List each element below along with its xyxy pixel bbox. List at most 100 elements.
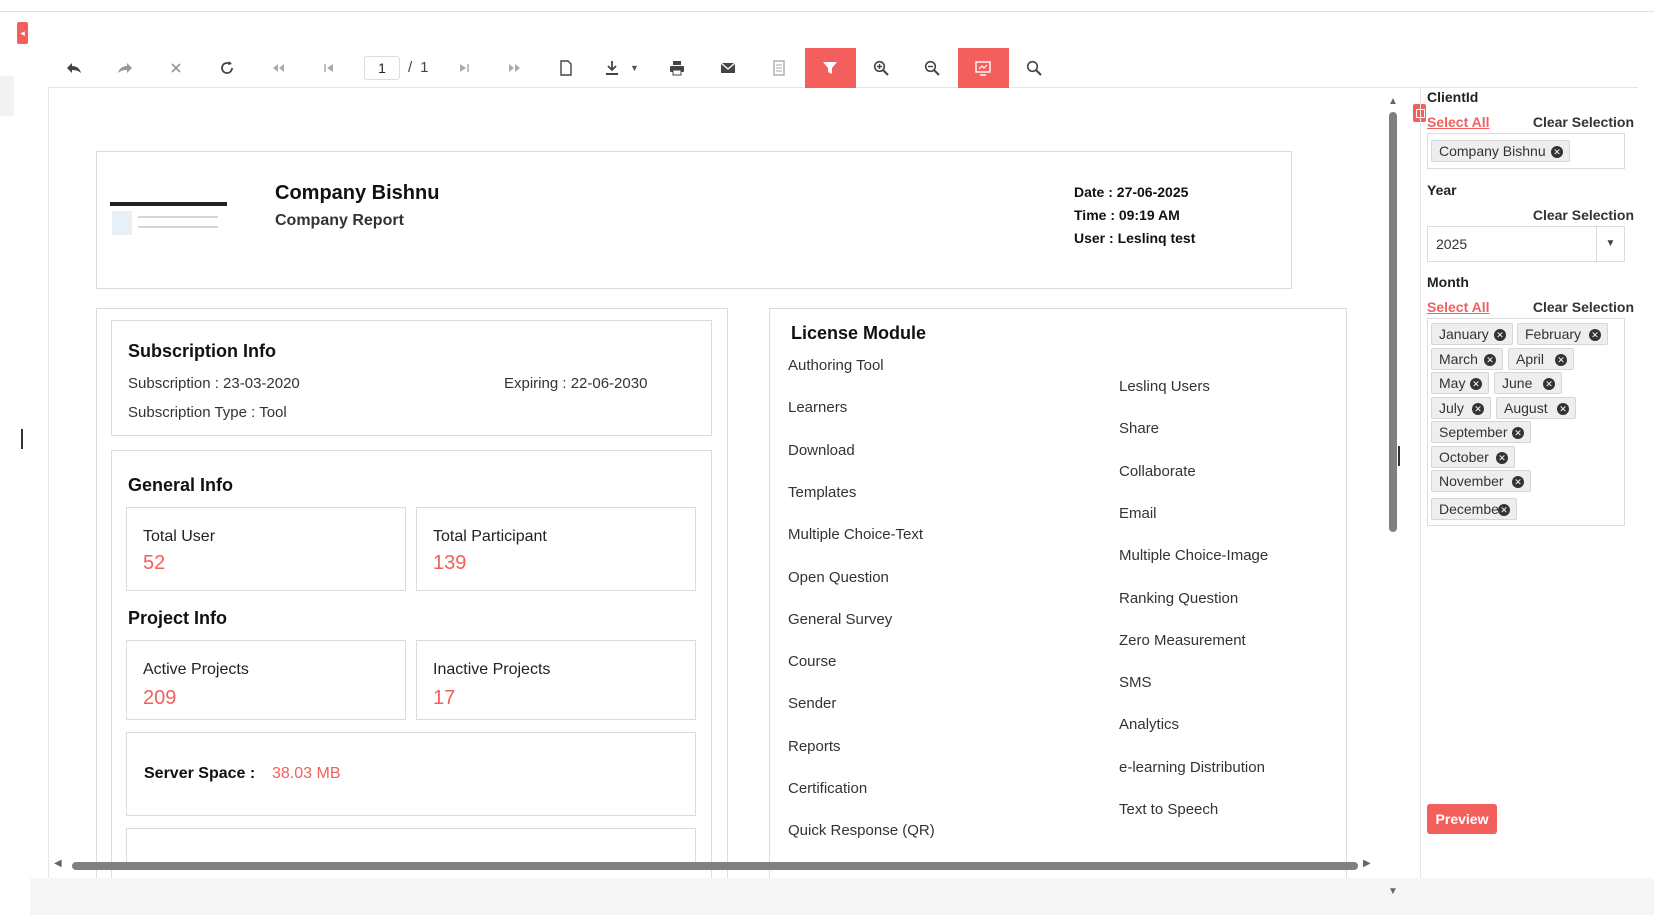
- license-item: Course: [788, 653, 837, 671]
- filter-icon[interactable]: [804, 47, 856, 88]
- server-space-label: Server Space :: [144, 765, 256, 782]
- sidebar-edge: [0, 76, 14, 116]
- zoom-in-icon[interactable]: [856, 48, 907, 88]
- license-item: Collaborate: [1119, 462, 1196, 480]
- refresh-icon[interactable]: [201, 48, 252, 88]
- report-meta: Date : 27-06-2025 Time : 09:19 AM User :…: [1074, 181, 1195, 250]
- clientid-chip-box[interactable]: Company Bishnu ✕: [1427, 133, 1625, 169]
- license-item: Quick Response (QR): [788, 822, 935, 840]
- inactive-projects-label: Inactive Projects: [433, 661, 551, 678]
- report-date: Date : 27-06-2025: [1074, 184, 1189, 200]
- page-number-input[interactable]: 1: [364, 55, 400, 80]
- undo-icon[interactable]: [48, 48, 99, 88]
- last-page-icon[interactable]: [490, 48, 541, 88]
- subscription-type: Subscription Type : Tool: [128, 404, 287, 421]
- info-column: Subscription Info Subscription : 23-03-2…: [96, 308, 728, 878]
- license-item: Text to Speech: [1119, 801, 1219, 818]
- license-item: Leslinq Users: [1119, 378, 1210, 395]
- remove-chip-icon[interactable]: ✕: [1472, 403, 1484, 415]
- remove-chip-icon[interactable]: ✕: [1555, 354, 1567, 366]
- preview-button[interactable]: Preview: [1427, 804, 1497, 834]
- remove-chip-icon[interactable]: ✕: [1498, 504, 1510, 516]
- first-page-icon[interactable]: [252, 48, 303, 88]
- remove-chip-icon[interactable]: ✕: [1543, 378, 1555, 390]
- print-icon[interactable]: [652, 48, 703, 88]
- remove-chip-icon[interactable]: ✕: [1496, 452, 1508, 464]
- chip-label: January: [1439, 326, 1489, 342]
- chip-label: October: [1439, 449, 1489, 465]
- license-item: Sender: [788, 695, 837, 713]
- year-clear-selection[interactable]: Clear Selection: [1533, 207, 1634, 223]
- report-user: User : Leslinq test: [1074, 230, 1196, 246]
- chip-label: August: [1504, 400, 1548, 416]
- scroll-left-icon[interactable]: ◀: [54, 858, 62, 869]
- license-item: Multiple Choice-Image: [1119, 547, 1269, 565]
- active-projects-box: Active Projects 209: [126, 640, 406, 720]
- page-total: 1: [420, 59, 429, 76]
- scroll-up-icon[interactable]: ▲: [1388, 96, 1398, 107]
- license-item: Email: [1119, 504, 1157, 522]
- license-item: Analytics: [1119, 716, 1180, 734]
- company-name: Company Bishnu: [275, 182, 440, 204]
- active-projects-label: Active Projects: [143, 661, 249, 678]
- server-space-box: Server Space : 38.03 MB: [126, 732, 696, 816]
- subscription-expiring: Expiring : 22-06-2030: [504, 375, 648, 392]
- report-viewer: 1 / 1 ▼ Company Bishnu Company Report Da…: [48, 47, 1638, 897]
- chip-label: February: [1525, 326, 1582, 342]
- footer-band: [30, 878, 1654, 915]
- scroll-down-icon[interactable]: ▼: [1388, 886, 1398, 897]
- subscription-card: Subscription Info Subscription : 23-03-2…: [111, 320, 712, 436]
- parameter-panel: ClientId Select All Clear Selection Comp…: [1420, 88, 1638, 878]
- horizontal-scroll-thumb[interactable]: [72, 862, 1358, 870]
- remove-chip-icon[interactable]: ✕: [1557, 403, 1569, 415]
- vertical-scroll-thumb[interactable]: [1389, 112, 1397, 532]
- month-chip-box[interactable]: January ✕ February ✕ March ✕ April ✕ May ✕ June ✕ Ju…: [1427, 318, 1625, 526]
- remove-chip-icon[interactable]: ✕: [1494, 329, 1506, 341]
- month-clear-selection[interactable]: Clear Selection: [1533, 299, 1634, 315]
- zoom-out-icon[interactable]: [907, 48, 958, 88]
- chip-label: July: [1439, 400, 1464, 416]
- remove-chip-icon[interactable]: ✕: [1589, 329, 1601, 341]
- chip-label: December: [1439, 501, 1504, 517]
- license-item: Ranking Question: [1119, 589, 1239, 607]
- clientid-select-all-link[interactable]: Select All: [1427, 114, 1490, 130]
- inactive-projects-box: Inactive Projects 17: [416, 640, 696, 720]
- scroll-right-icon[interactable]: ▶: [1363, 858, 1371, 869]
- chip-label: March: [1439, 351, 1478, 367]
- selected-chip: September ✕: [1431, 421, 1531, 443]
- remove-chip-icon[interactable]: ✕: [1551, 146, 1563, 158]
- collapse-sidebar-icon[interactable]: ◂: [17, 22, 28, 44]
- redo-icon[interactable]: [99, 48, 150, 88]
- license-item: Reports: [788, 737, 841, 755]
- remove-chip-icon[interactable]: ✕: [1470, 378, 1482, 390]
- vertical-scrollbar[interactable]: ▲ ▼: [1388, 96, 1398, 906]
- general-info-title: General Info: [128, 475, 234, 495]
- subscription-title: Subscription Info: [128, 341, 276, 361]
- previous-page-icon[interactable]: [303, 48, 354, 88]
- document-map-icon[interactable]: [754, 48, 805, 88]
- clientid-clear-selection[interactable]: Clear Selection: [1533, 114, 1634, 130]
- horizontal-scrollbar[interactable]: ◀ ▶: [48, 858, 1388, 872]
- license-module-card: License Module Authoring Tool Learners Dow…: [769, 308, 1347, 878]
- email-icon[interactable]: [703, 48, 754, 88]
- chevron-down-icon[interactable]: ▼: [1596, 227, 1624, 261]
- remove-chip-icon[interactable]: ✕: [1484, 354, 1496, 366]
- close-icon[interactable]: [150, 48, 201, 88]
- license-item: General Survey: [788, 610, 893, 628]
- report-time: Time : 09:19 AM: [1074, 207, 1180, 223]
- selected-chip: March ✕: [1431, 348, 1503, 370]
- year-select[interactable]: 2025 ▼: [1427, 226, 1625, 262]
- month-select-all-link[interactable]: Select All: [1427, 299, 1490, 315]
- next-page-icon[interactable]: [439, 48, 490, 88]
- export-download-icon[interactable]: ▼: [592, 48, 652, 88]
- chevron-down-icon: ▼: [630, 62, 639, 73]
- remove-chip-icon[interactable]: ✕: [1512, 476, 1524, 488]
- search-icon[interactable]: [1009, 48, 1060, 88]
- selected-chip: October ✕: [1431, 446, 1515, 468]
- page-setup-icon[interactable]: [541, 48, 592, 88]
- chip-label: June: [1502, 375, 1533, 391]
- remove-chip-icon[interactable]: ✕: [1512, 427, 1524, 439]
- total-user-label: Total User: [143, 528, 216, 545]
- license-item: Multiple Choice-Text: [788, 526, 924, 544]
- presentation-mode-icon[interactable]: [957, 47, 1009, 88]
